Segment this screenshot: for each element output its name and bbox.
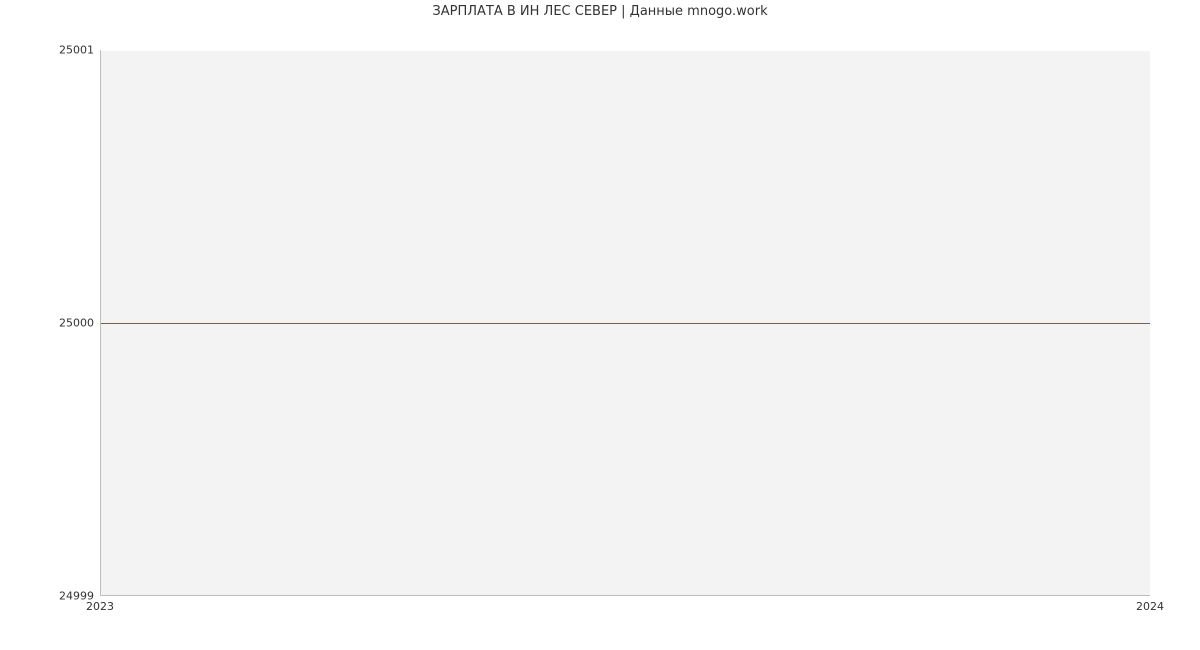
chart-container: ЗАРПЛАТА В ИН ЛЕС СЕВЕР | Данные mnogo.w… bbox=[0, 0, 1200, 650]
x-tick-label: 2023 bbox=[86, 600, 114, 613]
data-line bbox=[101, 323, 1150, 324]
gridline bbox=[101, 50, 1150, 51]
chart-title: ЗАРПЛАТА В ИН ЛЕС СЕВЕР | Данные mnogo.w… bbox=[0, 4, 1200, 19]
y-tick-label: 25001 bbox=[4, 44, 94, 57]
x-tick-label: 2024 bbox=[1136, 600, 1164, 613]
y-tick-label: 25000 bbox=[4, 317, 94, 330]
plot-area bbox=[100, 50, 1150, 596]
y-tick-label: 24999 bbox=[4, 590, 94, 603]
